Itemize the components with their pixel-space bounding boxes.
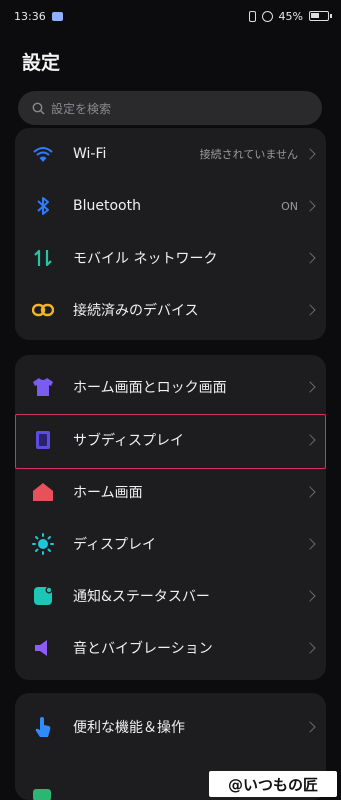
bluetooth-icon [31,194,55,218]
settings-item-home-screen[interactable]: ホーム画面 [15,466,326,518]
mobile-network-icon [31,246,55,270]
settings-item-mobile-network[interactable]: モバイル ネットワーク [15,232,326,284]
shirt-icon [31,375,55,399]
settings-item-display[interactable]: ディスプレイ [15,518,326,570]
search-input[interactable]: 設定を検索 [18,91,322,125]
home-screen-label: ホーム画面 [73,485,143,501]
settings-item-wifi[interactable]: Wi-Fi 接続されていません [15,128,326,180]
settings-item-bluetooth[interactable]: Bluetooth ON [15,180,326,232]
nfc-icon [261,10,273,22]
settings-item-convenience[interactable]: 便利な機能＆操作 [15,701,326,753]
wifi-icon [31,142,55,166]
chevron-right-icon [304,486,316,498]
status-right: 45% [248,9,332,23]
chevron-right-icon [304,721,316,733]
settings-item-home-lock-screen[interactable]: ホーム画面とロック画面 [15,361,326,413]
bluetooth-label: Bluetooth [73,198,141,214]
search-icon [32,102,45,114]
display-card: ホーム画面とロック画面 サブディスプレイ ホーム画面 ディスプレイ 通知&ステー… [15,355,326,680]
hand-tap-icon [31,715,55,739]
battery-percent: 45% [278,9,303,23]
status-time: 13:36 [14,9,46,23]
notifications-label: 通知&ステータスバー [73,589,210,605]
connected-devices-icon [31,298,55,322]
connected-devices-label: 接続済みのデバイス [73,303,199,319]
chevron-right-icon [304,252,316,264]
chevron-right-icon [304,304,316,316]
home-icon [31,480,55,504]
speaker-icon [31,636,55,660]
battery-icon [309,11,332,21]
wifi-label: Wi-Fi [73,146,107,162]
watermark: @いつもの匠 [209,771,337,797]
status-bar: 13:36 45% [0,0,341,32]
chevron-right-icon [304,148,316,160]
home-lock-screen-label: ホーム画面とロック画面 [73,380,227,396]
settings-item-notifications[interactable]: 通知&ステータスバー [15,570,326,622]
settings-item-sound[interactable]: 音とバイブレーション [15,622,326,674]
mobile-network-label: モバイル ネットワーク [73,251,218,267]
sound-label: 音とバイブレーション [73,641,213,657]
search-placeholder: 設定を検索 [51,101,112,116]
network-card: Wi-Fi 接続されていません Bluetooth ON モバイル ネットワーク [15,128,326,340]
notification-icon [31,584,55,608]
partial-next-item-icon [33,789,51,800]
convenience-label: 便利な機能＆操作 [73,720,185,736]
brightness-icon [31,532,55,556]
chevron-right-icon [304,642,316,654]
wifi-status: 接続されていません [199,148,298,161]
chevron-right-icon [304,538,316,550]
chevron-right-icon [304,590,316,602]
settings-item-connected-devices[interactable]: 接続済みのデバイス [15,284,326,336]
chevron-right-icon [304,200,316,212]
bluetooth-status: ON [281,199,298,213]
vibrate-icon [248,10,256,22]
page-title: 設定 [22,52,61,74]
status-left: 13:36 [14,10,63,23]
highlight-box [15,414,326,469]
display-label: ディスプレイ [73,537,157,553]
chevron-right-icon [304,381,316,393]
message-notification-icon [51,11,63,21]
